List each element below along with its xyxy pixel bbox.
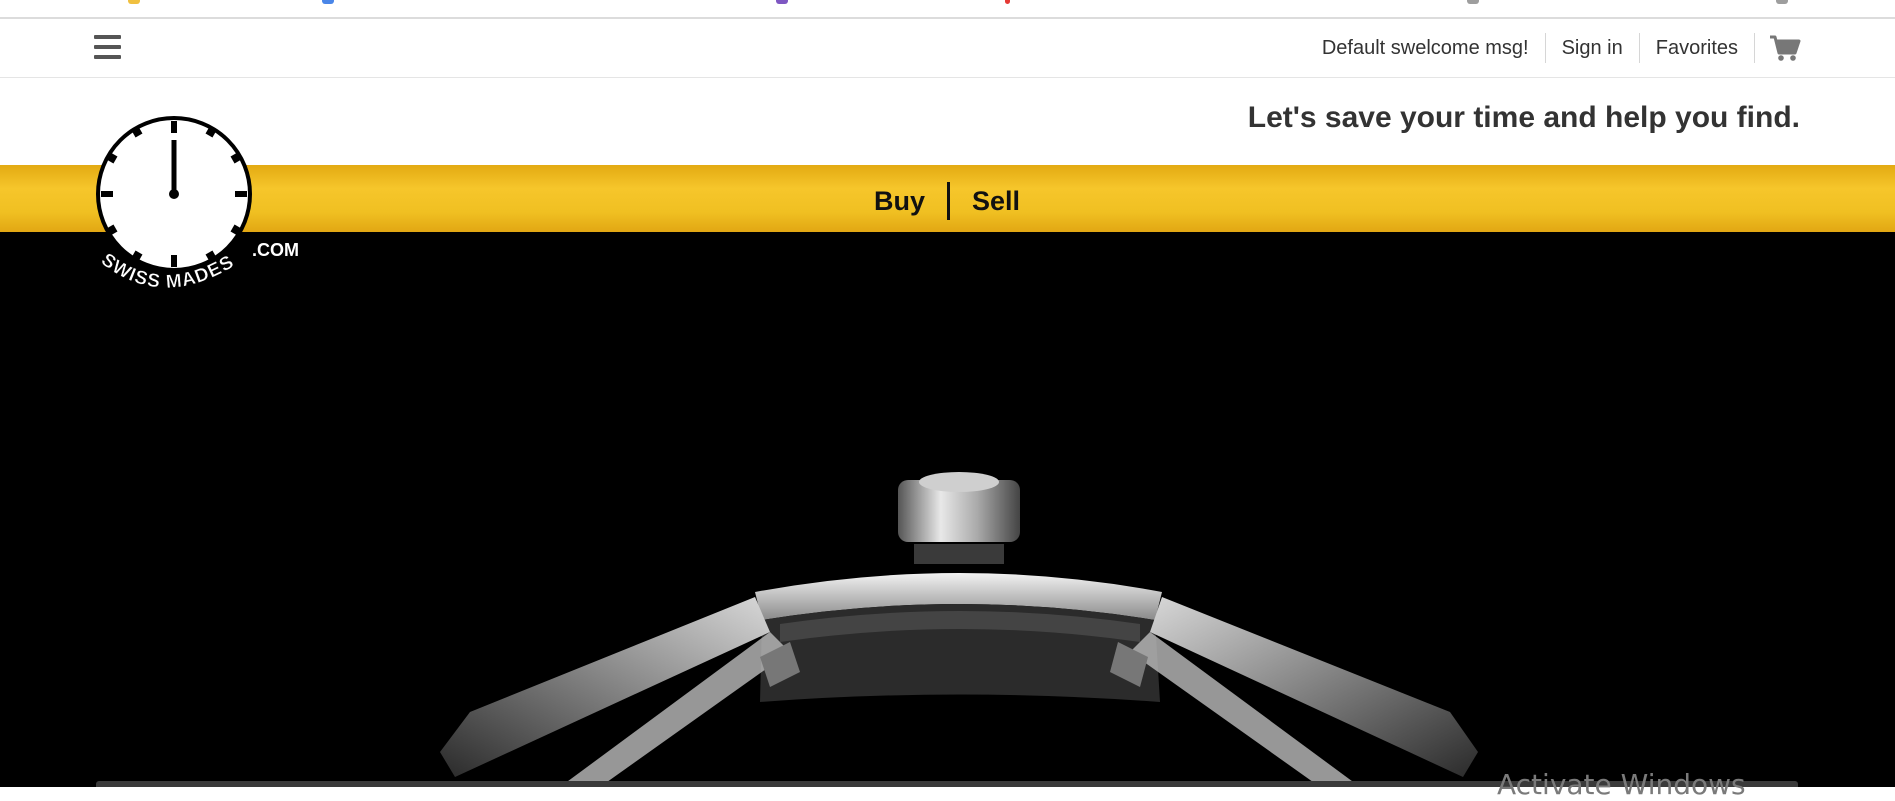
welcome-message: Default swelcome msg! [1321, 37, 1529, 59]
favorites-link[interactable]: Favorites [1638, 33, 1754, 63]
site-logo[interactable]: SWISS MADES .COM [92, 112, 317, 312]
hamburger-menu-icon[interactable] [94, 35, 121, 59]
bookmark-favicon[interactable] [1005, 0, 1010, 4]
sign-in-link[interactable]: Sign in [1544, 33, 1639, 63]
nav-buy-link[interactable]: Buy [874, 186, 925, 217]
nav-divider [947, 182, 951, 220]
windows-activation-watermark: Activate Windows [1497, 768, 1746, 801]
watch-hero-image [440, 472, 1478, 787]
bookmark-favicon[interactable] [1776, 0, 1788, 4]
logo-suffix-text: .COM [252, 240, 299, 260]
browser-bookmarks-strip [0, 0, 1895, 19]
bookmark-favicon[interactable] [1467, 0, 1479, 4]
nav-sell-link[interactable]: Sell [972, 186, 1020, 217]
header-links: Default swelcome msg! Sign in Favorites [1306, 19, 1801, 77]
bookmark-favicon[interactable] [322, 0, 334, 4]
top-header-bar: Default swelcome msg! Sign in Favorites [0, 19, 1895, 78]
bookmark-favicon[interactable] [128, 0, 140, 4]
shopping-cart-icon[interactable] [1754, 33, 1801, 63]
tagline: Let's save your time and help you find. [1247, 101, 1800, 134]
bookmark-favicon[interactable] [776, 0, 788, 4]
hero-banner [0, 232, 1895, 787]
